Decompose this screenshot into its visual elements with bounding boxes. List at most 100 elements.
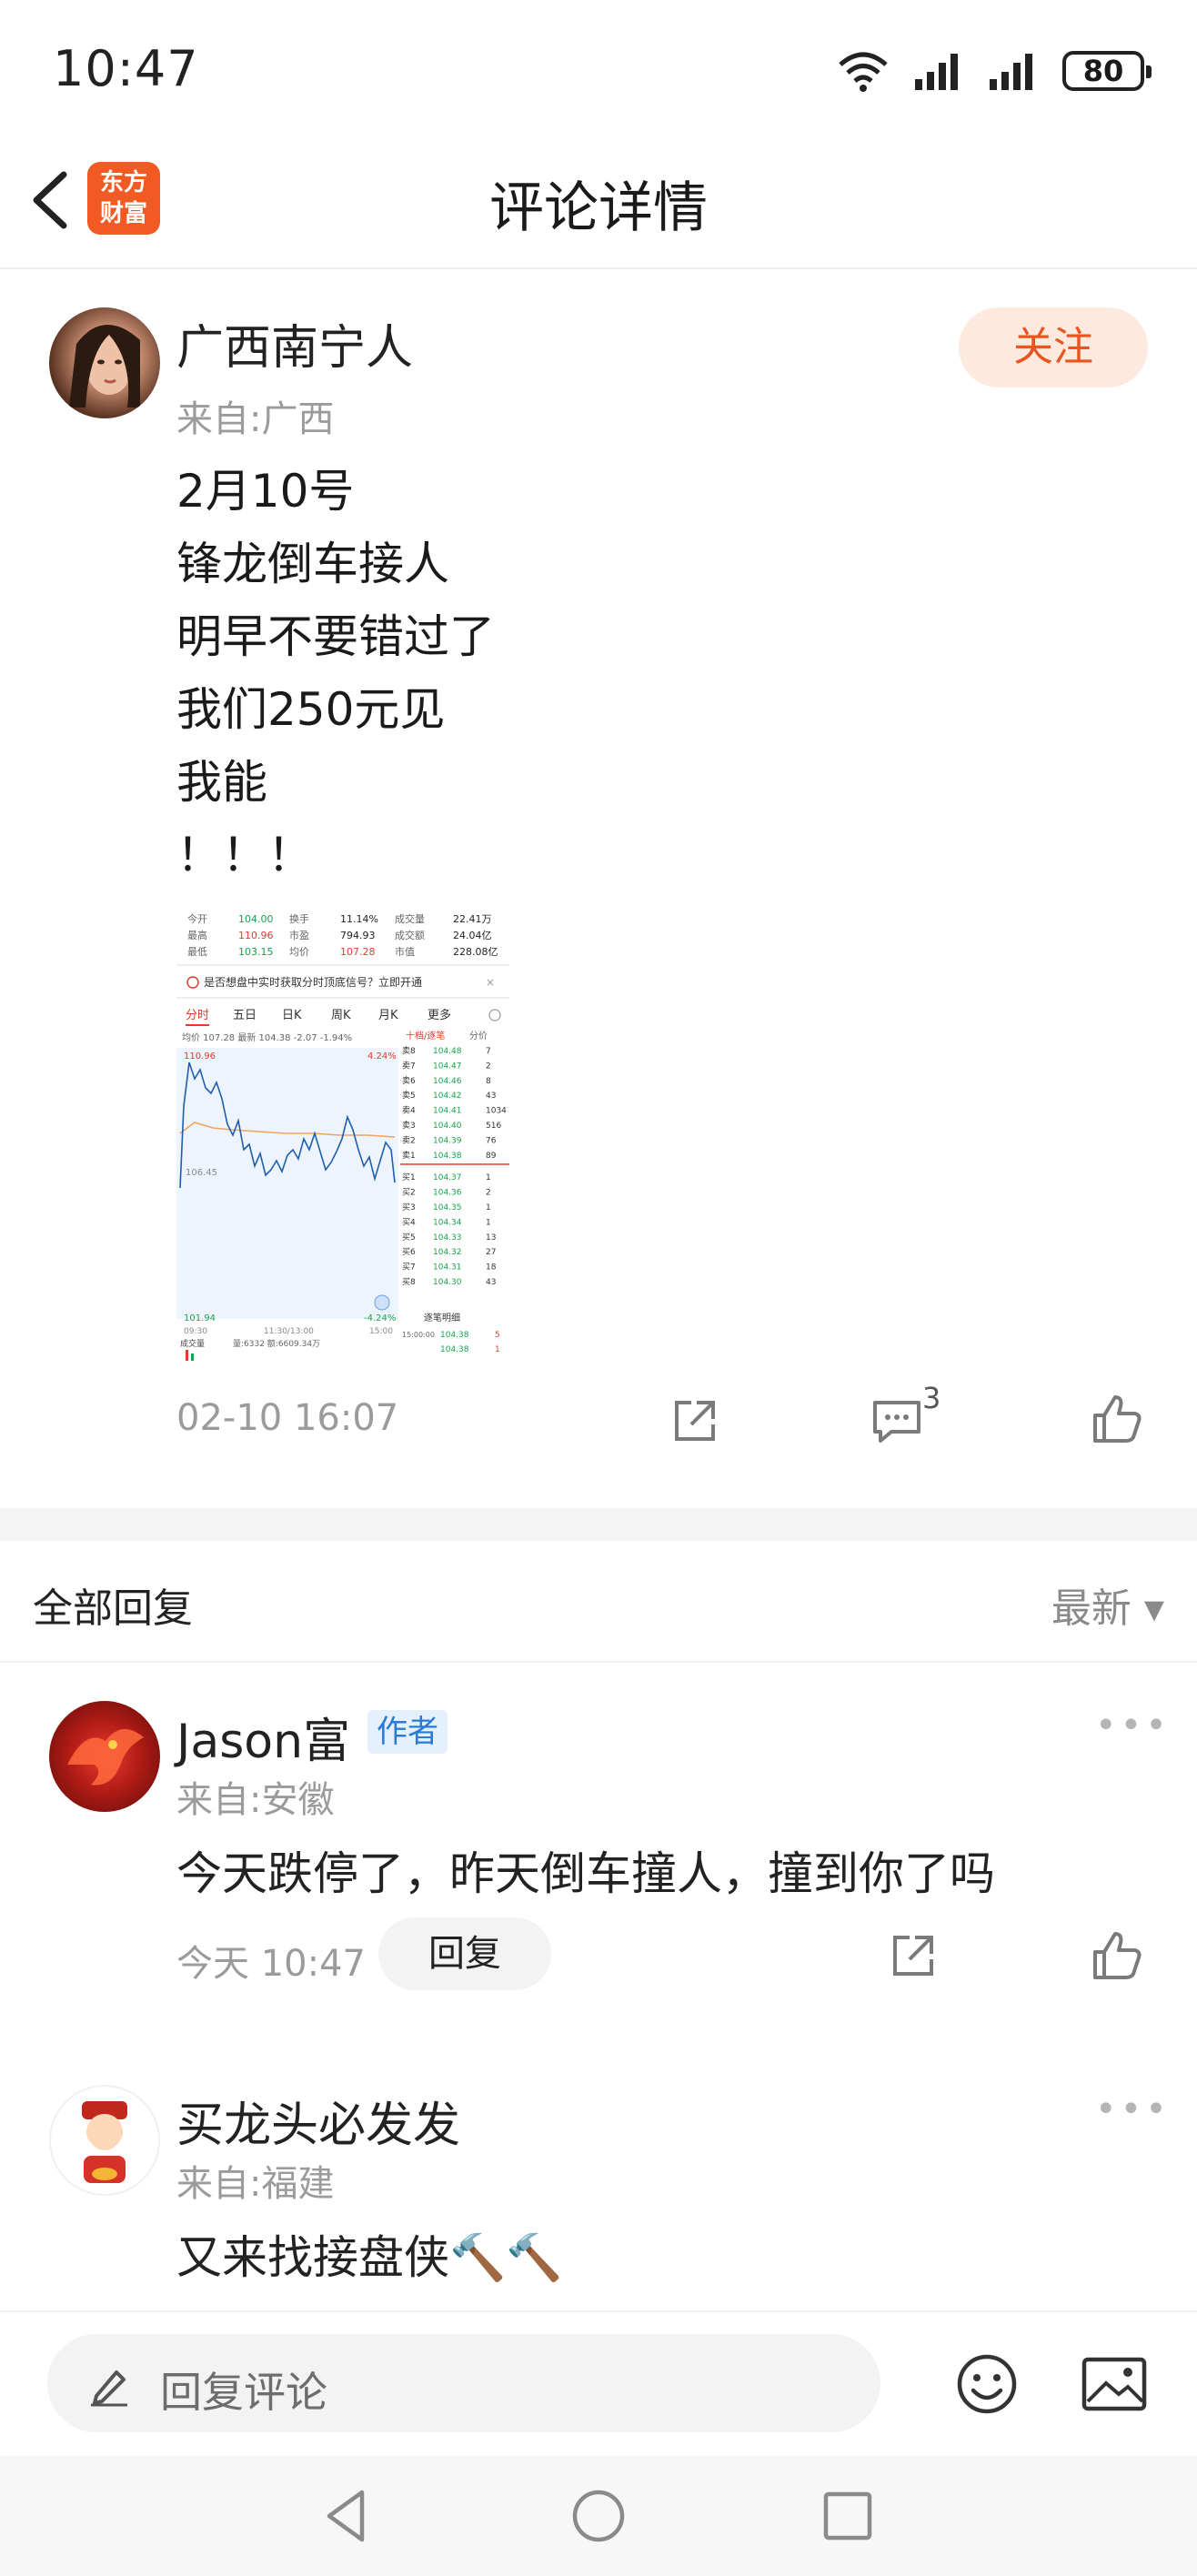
- share-icon[interactable]: [888, 1930, 939, 1981]
- stock-tab[interactable]: 五日: [233, 1009, 256, 1022]
- all-replies-title: 全部回复: [33, 1585, 193, 1632]
- comment-count: 3: [922, 1381, 941, 1415]
- like-icon[interactable]: [1090, 1928, 1144, 1983]
- reply-input-placeholder: 回复评论: [160, 2368, 327, 2417]
- refresh-icon[interactable]: [374, 1294, 390, 1311]
- order-book-cell: 13: [486, 1233, 496, 1243]
- stock-tab[interactable]: 周K: [331, 1009, 351, 1022]
- stock-tab[interactable]: 月K: [378, 1009, 398, 1022]
- order-book-cell: 1034: [486, 1107, 507, 1116]
- order-book-cell: 1: [486, 1218, 491, 1227]
- reply-author-name[interactable]: 买龙头必发发: [176, 2087, 460, 2155]
- bottom-input-bar: 回复评论: [0, 2310, 1197, 2456]
- order-book-cell: 7: [486, 1047, 491, 1056]
- post-line: 我能: [176, 756, 267, 809]
- stock-high-pct: 4.24%: [367, 1052, 397, 1062]
- reply-button[interactable]: 回复: [378, 1917, 551, 1990]
- order-book-cell: 516: [486, 1122, 501, 1131]
- stock-banner: 是否想盘中实时获取分时顶底信号？立即开通: [204, 975, 422, 989]
- system-nav-bar: [0, 2456, 1197, 2576]
- nav-home-icon[interactable]: [569, 2487, 628, 2545]
- order-book-cell: 104.39: [433, 1136, 462, 1145]
- reply-text: 又来找接盘侠🔨🔨: [176, 2231, 563, 2284]
- side-tab[interactable]: 分价: [469, 1031, 488, 1041]
- order-book-divider: [400, 1163, 509, 1165]
- stock-cell: 均价: [289, 946, 309, 958]
- tick-vol: 5: [495, 1331, 500, 1340]
- order-book-cell: 104.30: [433, 1278, 462, 1287]
- order-book-cell: 104.38: [433, 1152, 462, 1161]
- post-body: 2月10号 锋龙倒车接人 明早不要错过了 我们250元见 我能 ！！！: [176, 455, 495, 891]
- stock-mid: 106.45: [186, 1168, 217, 1178]
- order-book-cell: 卖1: [402, 1151, 416, 1161]
- status-icons: 80: [837, 45, 1152, 96]
- post-author-location: 来自:广西: [176, 398, 335, 440]
- stock-cell: 成交额: [395, 929, 425, 941]
- phoenix-icon: [67, 1728, 144, 1786]
- order-book-cell: 104.41: [433, 1107, 462, 1116]
- stock-cell: 104.00: [238, 913, 274, 925]
- stock-cell: 最高: [187, 929, 207, 941]
- image-icon[interactable]: [1081, 2356, 1148, 2412]
- order-book-cell: 卖2: [402, 1135, 416, 1145]
- emoji-icon[interactable]: [955, 2352, 1019, 2416]
- stock-tab[interactable]: 日K: [282, 1009, 302, 1022]
- nav-back-icon[interactable]: [320, 2487, 378, 2545]
- order-book-cell: 2: [486, 1189, 491, 1198]
- signal-icon: [915, 54, 958, 90]
- reply-comment-input[interactable]: 回复评论: [47, 2334, 880, 2432]
- tick-time: 15:00:00: [402, 1331, 435, 1339]
- follow-button[interactable]: 关注: [959, 307, 1148, 387]
- divider: [0, 1661, 1197, 1663]
- stock-cell: 最低: [187, 946, 207, 958]
- order-book-cell: 卖5: [402, 1091, 416, 1101]
- reply-author-avatar[interactable]: [49, 2085, 160, 2196]
- order-book-cell: 2: [486, 1062, 491, 1071]
- reply-author-name[interactable]: Jason富: [176, 1703, 350, 1771]
- order-book-cell: 1: [486, 1173, 491, 1182]
- banner-close-icon[interactable]: ×: [486, 976, 495, 989]
- more-options-icon[interactable]: •••: [1095, 2088, 1171, 2130]
- order-book-cell: 8: [486, 1077, 491, 1086]
- order-book-cell: 104.47: [433, 1062, 462, 1071]
- sort-dropdown[interactable]: 最新 ▾: [1051, 1575, 1164, 1634]
- battery-level: 80: [1082, 54, 1124, 88]
- stock-cell: 换手: [289, 912, 309, 925]
- post-line: 明早不要错过了: [176, 610, 495, 663]
- side-tab[interactable]: 十档/逐笔: [406, 1030, 445, 1041]
- time-axis-start: 09:30: [184, 1327, 207, 1336]
- tick-vol: 1: [495, 1345, 500, 1354]
- like-icon[interactable]: [1090, 1392, 1144, 1446]
- stock-tab[interactable]: 分时: [186, 1009, 209, 1022]
- order-book-cell: 卖7: [402, 1061, 416, 1071]
- reply-author-avatar[interactable]: [49, 1701, 160, 1812]
- order-book-cell: 104.40: [433, 1122, 462, 1131]
- author-badge: 作者: [367, 1710, 448, 1754]
- pencil-icon: [91, 2370, 127, 2407]
- stock-cell: 11.14%: [340, 913, 378, 925]
- order-book-cell: 104.31: [433, 1263, 462, 1273]
- stock-cell: 24.04亿: [453, 930, 492, 941]
- stock-cell: 107.28: [340, 946, 376, 958]
- order-book-cell: 104.35: [433, 1203, 462, 1213]
- stock-cell: 今开: [187, 912, 207, 925]
- more-options-icon[interactable]: •••: [1095, 1705, 1171, 1746]
- order-book-cell: 104.32: [433, 1248, 462, 1257]
- post-author-name[interactable]: 广西南宁人: [176, 309, 413, 377]
- post-line: ！！！: [176, 829, 313, 881]
- vol-text: 量:6332 额:6609.34万: [233, 1338, 320, 1349]
- order-book-cell: 卖3: [402, 1121, 416, 1131]
- tick-price: 104.38: [440, 1331, 469, 1340]
- stock-low: 101.94: [184, 1313, 216, 1323]
- order-book-cell: 买2: [402, 1188, 416, 1198]
- post-author-avatar[interactable]: [49, 307, 160, 418]
- share-icon[interactable]: [669, 1395, 720, 1446]
- stock-tab[interactable]: 更多: [428, 1008, 451, 1022]
- order-book-cell: 18: [486, 1263, 497, 1273]
- stock-cell: 228.08亿: [453, 946, 498, 958]
- post-image-stock-chart[interactable]: 今开 104.00 换手 11.14% 成交量 22.41万 最高 110.96…: [176, 906, 509, 1361]
- vol-label[interactable]: 成交量: [180, 1338, 205, 1349]
- comment-icon[interactable]: [870, 1395, 924, 1446]
- nav-recents-icon[interactable]: [819, 2487, 877, 2545]
- stock-cell: 110.96: [238, 930, 274, 941]
